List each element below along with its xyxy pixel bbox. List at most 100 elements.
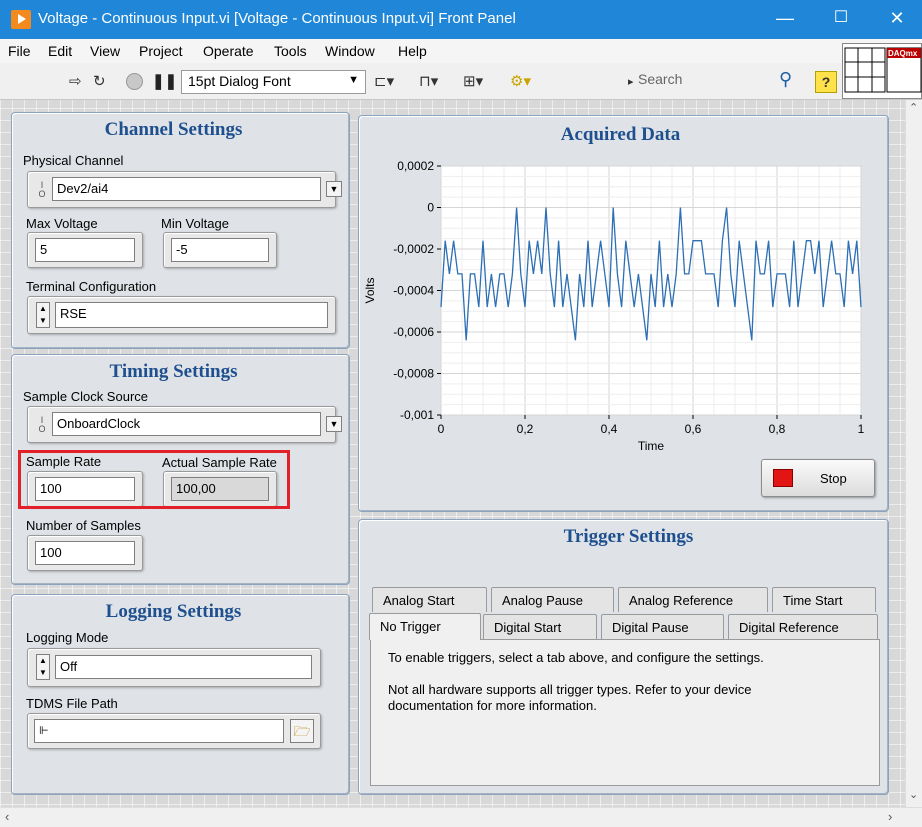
sample-clock-dropdown-icon[interactable]: ▼ bbox=[326, 416, 342, 432]
reorder-icon[interactable]: ⚙▾ bbox=[510, 72, 531, 90]
chevron-down-icon: ▼ bbox=[348, 74, 359, 86]
browse-folder-icon[interactable]: 🗁 bbox=[290, 719, 314, 743]
physical-channel-control[interactable]: IO Dev2/ai4 ▼ bbox=[27, 171, 342, 208]
pause-icon[interactable]: ❚❚ bbox=[152, 72, 177, 90]
connector-pane: DAQmx bbox=[842, 43, 922, 99]
max-voltage-label: Max Voltage bbox=[26, 216, 98, 231]
resize-objects-icon[interactable]: ⊞▾ bbox=[463, 72, 483, 90]
stop-label: Stop bbox=[820, 471, 847, 486]
waveform-graph[interactable]: 0 0,2 0,4 0,6 0,8 1 0,0002 0 -0,0002 -0,0004 -0,00… bbox=[359, 150, 879, 470]
path-icon: ⊩ bbox=[39, 725, 49, 737]
menu-view[interactable]: View bbox=[90, 43, 120, 59]
stop-button[interactable]: Stop bbox=[761, 459, 875, 497]
window-title: Voltage - Continuous Input.vi [Voltage -… bbox=[38, 10, 516, 27]
x-tick-label: 0 bbox=[438, 422, 445, 436]
min-voltage-input[interactable]: -5 bbox=[171, 238, 269, 262]
maximize-button[interactable]: ☐ bbox=[831, 8, 851, 28]
tab-analog-start[interactable]: Analog Start bbox=[372, 587, 487, 612]
title-bar: Voltage - Continuous Input.vi [Voltage -… bbox=[0, 0, 922, 39]
run-arrow-icon[interactable]: ⇨ bbox=[69, 72, 82, 90]
tab-digital-reference[interactable]: Digital Reference bbox=[728, 614, 878, 639]
close-button[interactable]: ✕ bbox=[887, 8, 907, 28]
y-tick-label: -0,0004 bbox=[393, 284, 434, 298]
number-of-samples-label: Number of Samples bbox=[26, 518, 141, 533]
logging-mode-label: Logging Mode bbox=[26, 630, 109, 645]
menu-help[interactable]: Help bbox=[398, 43, 427, 59]
font-select[interactable]: 15pt Dialog Font ▼ bbox=[181, 70, 366, 94]
font-select-value: 15pt Dialog Font bbox=[188, 73, 291, 89]
highlight-box bbox=[18, 450, 290, 509]
sample-clock-control[interactable]: IO OnboardClock ▼ bbox=[27, 406, 342, 443]
toolbar: ⇨ ↻ ❚❚ 15pt Dialog Font ▼ ⊏▾ ⊓▾ ⊞▾ ⚙▾ ▸ … bbox=[0, 63, 922, 100]
min-voltage-label: Min Voltage bbox=[161, 216, 229, 231]
sample-clock-field[interactable]: OnboardClock bbox=[52, 412, 321, 436]
max-voltage-input[interactable]: 5 bbox=[35, 238, 135, 262]
graph-title: Acquired Data bbox=[560, 124, 681, 145]
number-of-samples-input[interactable]: 100 bbox=[35, 541, 135, 565]
tab-digital-pause[interactable]: Digital Pause bbox=[601, 614, 724, 639]
menu-edit[interactable]: Edit bbox=[48, 43, 72, 59]
abort-icon[interactable] bbox=[126, 73, 143, 90]
tab-digital-start[interactable]: Digital Start bbox=[483, 614, 597, 639]
stop-led-icon bbox=[773, 469, 793, 487]
tab-analog-reference[interactable]: Analog Reference bbox=[618, 587, 768, 612]
x-tick-label: 0,6 bbox=[685, 422, 702, 436]
menu-window[interactable]: Window bbox=[325, 43, 375, 59]
x-axis-label: Time bbox=[638, 439, 665, 453]
trigger-settings-title: Trigger Settings bbox=[563, 526, 694, 547]
menu-file[interactable]: File bbox=[8, 43, 31, 59]
trigger-info-text-2: Not all hardware supports all trigger ty… bbox=[388, 682, 752, 713]
y-axis-label: Volts bbox=[363, 277, 377, 303]
scroll-right-icon[interactable]: › bbox=[888, 809, 892, 824]
y-tick-label: -0,0002 bbox=[393, 242, 434, 256]
align-objects-icon[interactable]: ⊏▾ bbox=[374, 72, 394, 90]
menu-project[interactable]: Project bbox=[139, 43, 183, 59]
physical-channel-field[interactable]: Dev2/ai4 bbox=[52, 177, 321, 201]
scroll-up-icon[interactable]: ⌃ bbox=[909, 101, 918, 114]
search-caret-icon: ▸ bbox=[628, 76, 634, 88]
tdms-file-path-control: ⊩ 🗁 bbox=[27, 713, 321, 749]
search-icon[interactable]: ⚲ bbox=[779, 69, 792, 90]
scroll-down-icon[interactable]: ⌄ bbox=[909, 788, 918, 801]
logging-settings-panel: Logging Settings Logging Mode ▲ ▼ Off TDM… bbox=[11, 594, 350, 795]
timing-settings-title: Timing Settings bbox=[109, 361, 238, 382]
physical-channel-dropdown-icon[interactable]: ▼ bbox=[326, 181, 342, 197]
logging-mode-field[interactable]: Off bbox=[55, 655, 312, 679]
x-tick-label: 0,8 bbox=[769, 422, 786, 436]
scroll-left-icon[interactable]: ‹ bbox=[5, 809, 9, 824]
search-placeholder: Search bbox=[638, 71, 683, 87]
tab-time-start[interactable]: Time Start bbox=[772, 587, 876, 612]
tdms-file-path-input[interactable] bbox=[34, 719, 284, 743]
menu-operate[interactable]: Operate bbox=[203, 43, 254, 59]
menu-tools[interactable]: Tools bbox=[274, 43, 307, 59]
trigger-info-text-1: To enable triggers, select a tab above, … bbox=[388, 650, 764, 665]
terminal-config-field[interactable]: RSE bbox=[55, 302, 328, 328]
physical-channel-label: Physical Channel bbox=[23, 153, 124, 168]
channel-settings-panel: Channel Settings Physical Channel IO Dev… bbox=[11, 112, 350, 349]
logging-mode-stepper[interactable]: ▲ ▼ bbox=[36, 654, 50, 680]
channel-settings-title: Channel Settings bbox=[104, 119, 243, 140]
distribute-objects-icon[interactable]: ⊓▾ bbox=[419, 72, 438, 90]
x-tick-label: 0,4 bbox=[601, 422, 618, 436]
context-help-button[interactable]: ? bbox=[815, 71, 837, 93]
x-tick-label: 1 bbox=[858, 422, 865, 436]
logging-mode-control: ▲ ▼ Off bbox=[27, 648, 321, 687]
minimize-button[interactable]: — bbox=[775, 8, 795, 28]
y-tick-label: -0,0006 bbox=[393, 325, 434, 339]
x-tick-label: 0,2 bbox=[517, 422, 534, 436]
run-continuously-icon[interactable]: ↻ bbox=[93, 72, 106, 90]
daqmx-examples-label: DAQmx bbox=[888, 49, 918, 58]
horizontal-scrollbar[interactable]: ‹ › bbox=[0, 807, 922, 827]
vertical-scrollbar[interactable]: ⌃ ⌄ bbox=[905, 100, 922, 807]
number-of-samples-control: 100 bbox=[27, 535, 143, 571]
terminal-config-stepper[interactable]: ▲ ▼ bbox=[36, 302, 50, 328]
y-tick-label: 0 bbox=[427, 201, 434, 215]
min-voltage-control: -5 bbox=[163, 232, 277, 268]
terminal-config-label: Terminal Configuration bbox=[26, 279, 157, 294]
no-trigger-page: To enable triggers, select a tab above, … bbox=[370, 639, 880, 786]
y-tick-label: 0,0002 bbox=[397, 159, 434, 173]
tdms-file-path-label: TDMS File Path bbox=[26, 696, 118, 711]
logging-settings-title: Logging Settings bbox=[105, 601, 242, 622]
tab-analog-pause[interactable]: Analog Pause bbox=[491, 587, 614, 612]
tab-no-trigger[interactable]: No Trigger bbox=[369, 613, 481, 640]
